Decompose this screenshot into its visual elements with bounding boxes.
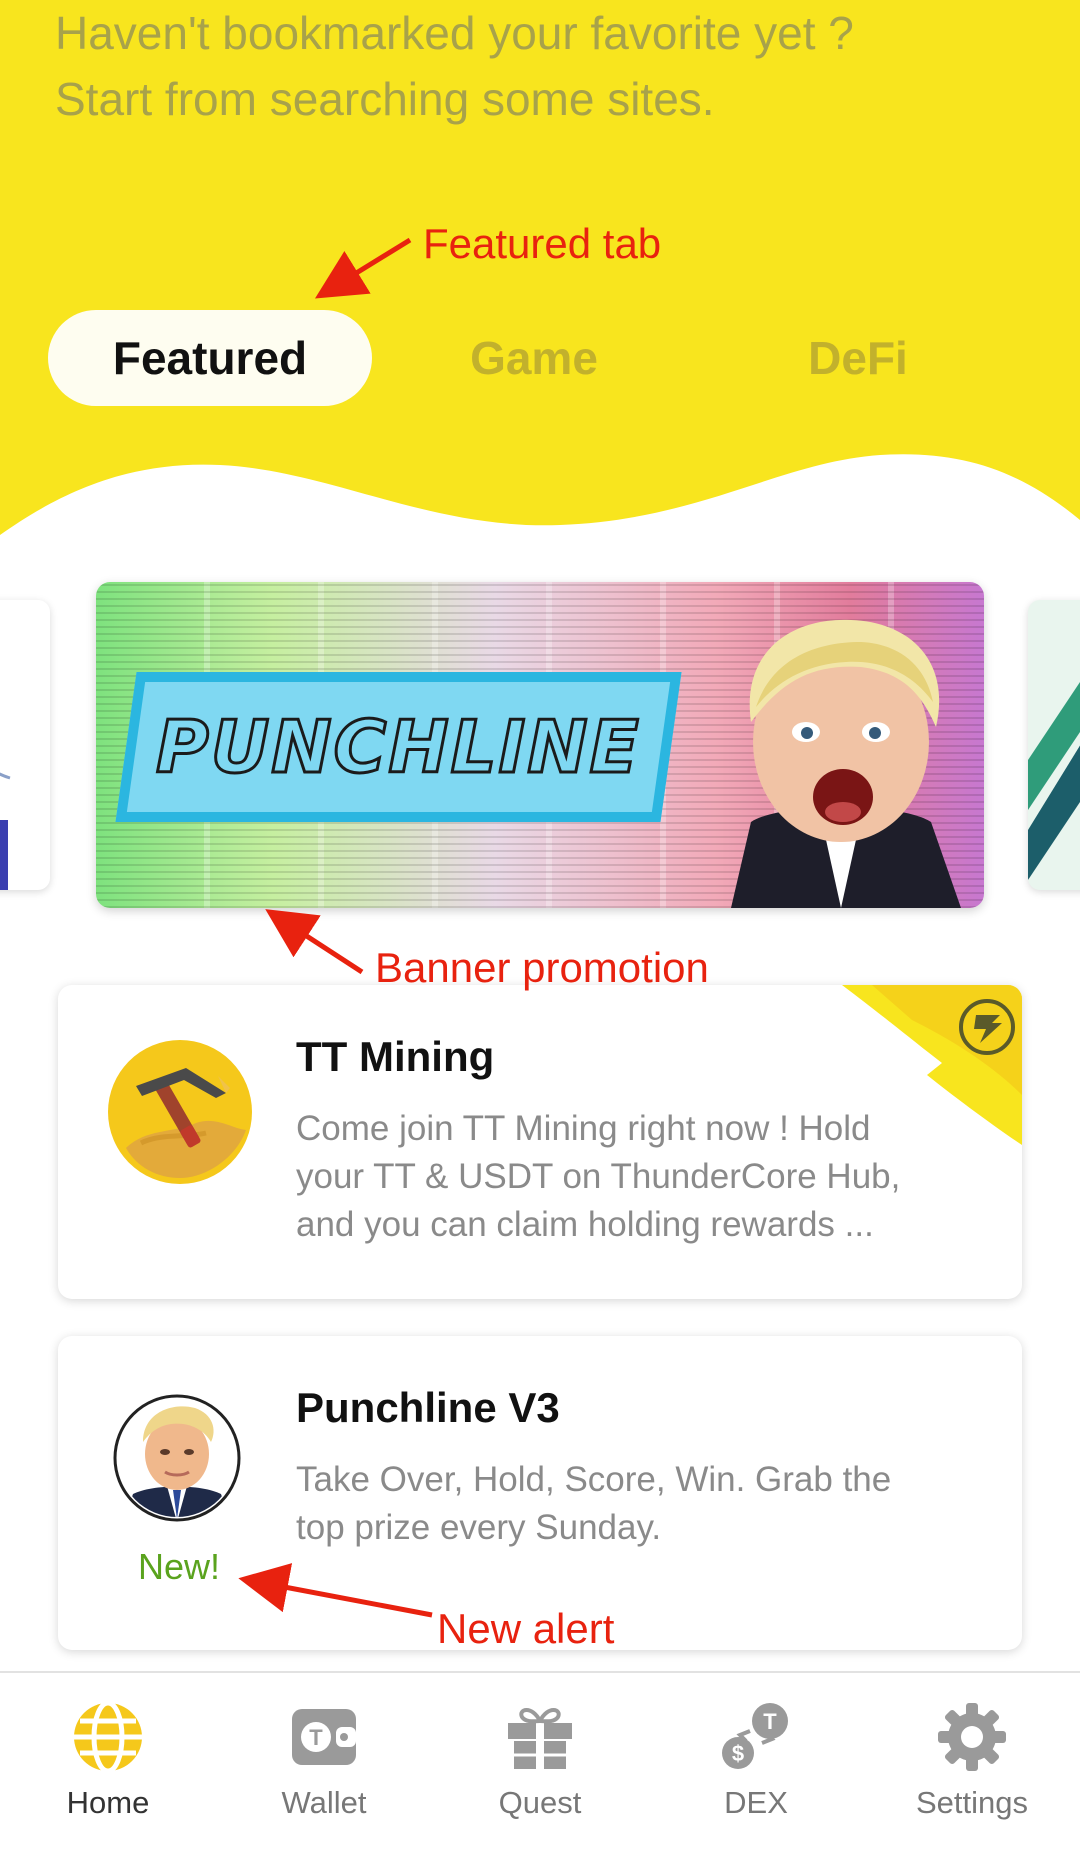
gear-icon <box>938 1703 1006 1771</box>
nav-quest-label: Quest <box>498 1785 582 1820</box>
empty-hint-line-2: Start from searching some sites. <box>55 73 715 125</box>
card-description: Take Over, Hold, Score, Win. Grab the to… <box>296 1460 892 1547</box>
app-screen: Haven't bookmarked your favorite yet ? S… <box>0 0 1080 1851</box>
svg-text:$: $ <box>732 1741 744 1766</box>
annotation-new-alert: New alert <box>437 1605 615 1652</box>
annotation-banner-promotion: Banner promotion <box>375 944 709 991</box>
nav-wallet[interactable]: T Wallet <box>216 1673 432 1851</box>
tab-defi[interactable]: DeFi <box>696 310 1020 406</box>
banner-title: PUNCHLINE <box>155 704 643 791</box>
gift-icon <box>508 1708 572 1769</box>
promo-banner[interactable]: PUNCHLINE <box>96 582 984 908</box>
dapp-card-punchline-v3[interactable]: New! Punchline V3 Take Over, Hold, Score… <box>58 1336 1022 1650</box>
svg-text:T: T <box>763 1709 777 1734</box>
tab-game[interactable]: Game <box>372 310 696 406</box>
nav-settings-label: Settings <box>915 1785 1028 1820</box>
banner-prev-preview[interactable] <box>0 600 50 890</box>
bottom-navigation: Home T Wallet Quest T $ DEX Settings <box>0 1671 1080 1851</box>
category-tabs: Featured Game DeFi <box>48 310 1048 406</box>
featured-corner-flag <box>842 985 1022 1145</box>
globe-icon <box>74 1701 142 1773</box>
arrow-banner <box>265 909 364 975</box>
annotation-featured-tab: Featured tab <box>423 220 662 267</box>
svg-text:T: T <box>309 1725 323 1750</box>
card-title: Punchline V3 <box>296 1384 560 1431</box>
banner-title-box: PUNCHLINE <box>115 672 682 822</box>
dex-swap-icon: T $ <box>722 1703 788 1769</box>
portrait-avatar <box>113 1394 241 1522</box>
wallet-icon: T <box>292 1709 356 1765</box>
nav-dex[interactable]: T $ DEX <box>648 1673 864 1851</box>
nav-wallet-label: Wallet <box>281 1785 367 1820</box>
banner-portrait-image <box>731 619 961 908</box>
nav-dex-label: DEX <box>724 1785 788 1820</box>
empty-bookmark-hint: Haven't bookmarked your favorite yet ? S… <box>55 0 1055 132</box>
nav-home-label: Home <box>66 1785 150 1820</box>
empty-hint-line-1: Haven't bookmarked your favorite yet ? <box>55 7 854 59</box>
dapp-card-tt-mining[interactable]: TT Mining Come join TT Mining right now … <box>58 985 1022 1299</box>
nav-home[interactable]: Home <box>0 1673 216 1851</box>
tab-featured[interactable]: Featured <box>48 310 372 406</box>
nav-quest[interactable]: Quest <box>432 1673 648 1851</box>
pickaxe-icon <box>108 1040 252 1184</box>
new-badge: New! <box>138 1546 221 1587</box>
banner-next-preview[interactable] <box>1028 600 1080 890</box>
card-title: TT Mining <box>296 1033 495 1080</box>
nav-settings[interactable]: Settings <box>864 1673 1080 1851</box>
